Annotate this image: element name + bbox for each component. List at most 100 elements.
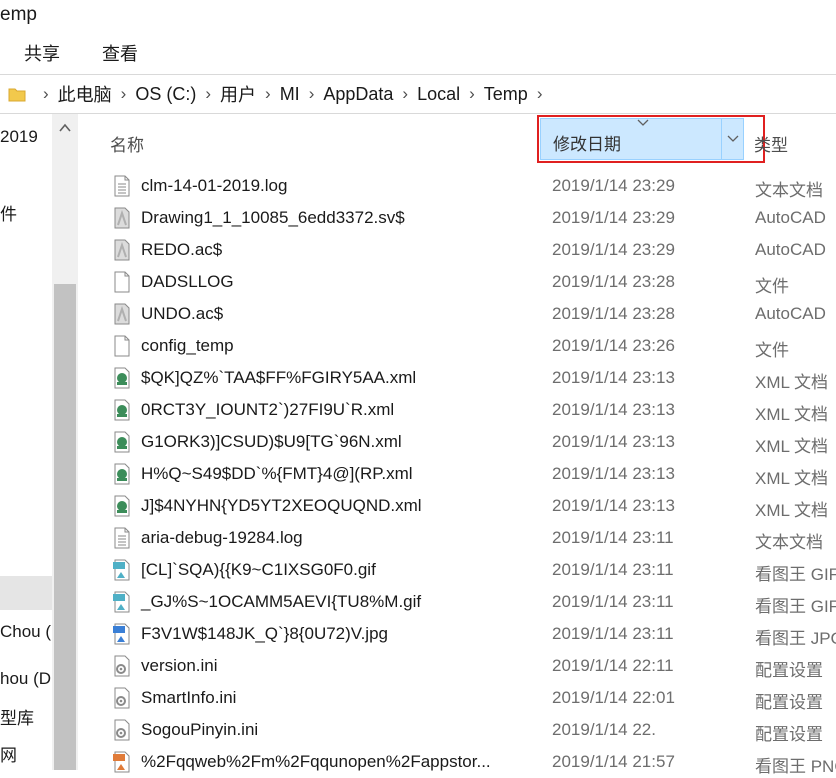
column-header-name[interactable]: 名称 — [110, 131, 144, 156]
nav-item-hou-d[interactable]: hou (D — [0, 669, 51, 689]
file-row[interactable]: SogouPinyin.ini 2019/1/14 22. 配置设置 — [78, 714, 836, 746]
nav-item-files[interactable]: 件 — [0, 200, 17, 225]
file-type: 文本文档 — [755, 533, 823, 552]
file-row[interactable]: version.ini 2019/1/14 22:11 配置设置 — [78, 650, 836, 682]
gif-file-icon — [112, 559, 132, 581]
file-row[interactable]: Drawing1_1_10085_6edd3372.sv$ 2019/1/14 2… — [78, 202, 836, 234]
breadcrumb-users[interactable]: 用户 — [220, 81, 256, 107]
chevron-right-icon[interactable]: › — [265, 84, 271, 104]
file-row[interactable]: clm-14-01-2019.log 2019/1/14 23:29 文本文档 — [78, 170, 836, 202]
file-row[interactable]: SmartInfo.ini 2019/1/14 22:01 配置设置 — [78, 682, 836, 714]
file-date-modified: 2019/1/14 23:26 — [552, 336, 675, 355]
file-date-modified: 2019/1/14 23:28 — [552, 304, 675, 323]
breadcrumb-this-pc[interactable]: 此电脑 — [58, 81, 112, 107]
autocad-file-icon — [112, 239, 132, 261]
file-type: 看图王 GIF — [755, 597, 836, 616]
file-row[interactable]: %2Fqqweb%2Fm%2Fqqunopen%2Fappstor... 2019… — [78, 746, 836, 778]
file-date-modified: 2019/1/14 23:13 — [552, 432, 675, 451]
file-name: $QK]QZ%`TAA$FF%FGIRY5AA.xml — [141, 368, 417, 387]
file-type: 配置设置 — [755, 693, 823, 712]
file-type: XML 文档 — [755, 405, 829, 424]
file-type: 配置设置 — [755, 725, 823, 744]
file-date-modified: 2019/1/14 23:11 — [552, 624, 674, 643]
autocad-file-icon — [112, 207, 132, 229]
file-name: SmartInfo.ini — [141, 688, 237, 707]
gif-file-icon — [112, 591, 132, 613]
chevron-down-icon[interactable] — [727, 134, 739, 144]
file-date-modified: 2019/1/14 22. — [552, 720, 656, 739]
file-name: _GJ%S~1OCAMM5AEVI{TU8%M.gif — [141, 592, 422, 611]
file-name: Drawing1_1_10085_6edd3372.sv$ — [141, 208, 405, 227]
file-row[interactable]: [CL]`SQA){{K9~C1IXSG0F0.gif 2019/1/14 23:… — [78, 554, 836, 586]
file-row[interactable]: H%Q~S49$DD`%{FMT}4@](RP.xml 2019/1/14 23:… — [78, 458, 836, 490]
chevron-right-icon[interactable]: › — [309, 84, 315, 104]
file-row[interactable]: aria-debug-19284.log 2019/1/14 23:11 文本文档 — [78, 522, 836, 554]
chevron-right-icon[interactable]: › — [537, 84, 543, 104]
text-file-icon — [112, 527, 132, 549]
file-type: XML 文档 — [755, 437, 829, 456]
nav-item-chou[interactable]: Chou ( — [0, 622, 51, 642]
ini-file-icon — [112, 687, 132, 709]
nav-scrollbar-thumb[interactable] — [54, 284, 76, 770]
file-type: XML 文档 — [755, 373, 829, 392]
file-type: AutoCAD — [755, 304, 826, 323]
file-row[interactable]: UNDO.ac$ 2019/1/14 23:28 AutoCAD — [78, 298, 836, 330]
file-date-modified: 2019/1/14 21:57 — [552, 752, 675, 771]
file-row[interactable]: REDO.ac$ 2019/1/14 23:29 AutoCAD — [78, 234, 836, 266]
chevron-up-icon[interactable] — [57, 120, 73, 136]
file-name: J]$4NYHN{YD5YT2XEOQUQND.xml — [141, 496, 422, 515]
nav-item-network[interactable]: 网 — [0, 741, 17, 766]
file-name: SogouPinyin.ini — [141, 720, 259, 739]
folder-icon — [8, 88, 26, 102]
file-name: %2Fqqweb%2Fm%2Fqqunopen%2Fappstor... — [141, 752, 491, 771]
file-row[interactable]: _GJ%S~1OCAMM5AEVI{TU8%M.gif 2019/1/14 23:… — [78, 586, 836, 618]
file-row[interactable]: J]$4NYHN{YD5YT2XEOQUQND.xml 2019/1/14 23:… — [78, 490, 836, 522]
column-header-type[interactable]: 类型 — [754, 131, 788, 156]
file-type: XML 文档 — [755, 469, 829, 488]
file-type: AutoCAD — [755, 208, 826, 227]
file-row[interactable]: F3V1W$148JK_Q`}8{0U72)V.jpg 2019/1/14 23:… — [78, 618, 836, 650]
ribbon: 共享 查看 — [0, 30, 836, 70]
breadcrumb-mi[interactable]: MI — [280, 84, 300, 105]
file-type: 文件 — [755, 341, 789, 360]
file-row[interactable]: config_temp 2019/1/14 23:26 文件 — [78, 330, 836, 362]
nav-item-2019[interactable]: 2019 — [0, 127, 38, 147]
file-row[interactable]: G1ORK3)]CSUD)$U9[TG`96N.xml 2019/1/14 23:… — [78, 426, 836, 458]
file-name: 0RCT3Y_IOUNT2`)27FI9U`R.xml — [141, 400, 395, 419]
file-name: REDO.ac$ — [141, 240, 223, 259]
breadcrumb-local[interactable]: Local — [417, 84, 460, 105]
ribbon-tab-view[interactable]: 查看 — [102, 40, 138, 66]
file-type: 文本文档 — [755, 181, 823, 200]
ini-file-icon — [112, 655, 132, 677]
breadcrumb-os-c[interactable]: OS (C:) — [135, 84, 196, 105]
file-date-modified: 2019/1/14 23:13 — [552, 496, 675, 515]
chevron-right-icon[interactable]: › — [43, 84, 49, 104]
file-name: UNDO.ac$ — [141, 304, 224, 323]
nav-item-model-library[interactable]: 型库 — [0, 704, 34, 729]
ribbon-tab-share[interactable]: 共享 — [24, 40, 60, 66]
file-row[interactable]: $QK]QZ%`TAA$FF%FGIRY5AA.xml 2019/1/14 23:… — [78, 362, 836, 394]
chevron-right-icon[interactable]: › — [402, 84, 408, 104]
xml-file-icon — [112, 463, 132, 485]
file-type: 看图王 PNG — [755, 757, 836, 776]
file-date-modified: 2019/1/14 22:11 — [552, 656, 674, 675]
navigation-pane: 2019 件 Chou ( hou (D 型库 网 — [0, 114, 78, 770]
address-bar[interactable]: › 此电脑 › OS (C:) › 用户 › MI › AppData › Lo… — [0, 74, 836, 114]
chevron-right-icon[interactable]: › — [205, 84, 211, 104]
chevron-right-icon[interactable]: › — [469, 84, 475, 104]
breadcrumb-temp[interactable]: Temp — [484, 84, 528, 105]
breadcrumb-appdata[interactable]: AppData — [323, 84, 393, 105]
file-name: aria-debug-19284.log — [141, 528, 303, 547]
chevron-right-icon[interactable]: › — [121, 84, 127, 104]
file-date-modified: 2019/1/14 23:28 — [552, 272, 675, 291]
file-type: 看图王 JPG — [755, 629, 836, 648]
text-file-icon — [112, 175, 132, 197]
file-name: F3V1W$148JK_Q`}8{0U72)V.jpg — [141, 624, 388, 643]
column-header-date-modified[interactable]: 修改日期 — [540, 118, 744, 160]
file-row[interactable]: DADSLLOG 2019/1/14 23:28 文件 — [78, 266, 836, 298]
file-row[interactable]: 0RCT3Y_IOUNT2`)27FI9U`R.xml 2019/1/14 23:… — [78, 394, 836, 426]
column-header-date-label: 修改日期 — [553, 135, 621, 154]
file-type: AutoCAD — [755, 240, 826, 259]
file-type: XML 文档 — [755, 501, 829, 520]
file-date-modified: 2019/1/14 23:11 — [552, 528, 674, 547]
